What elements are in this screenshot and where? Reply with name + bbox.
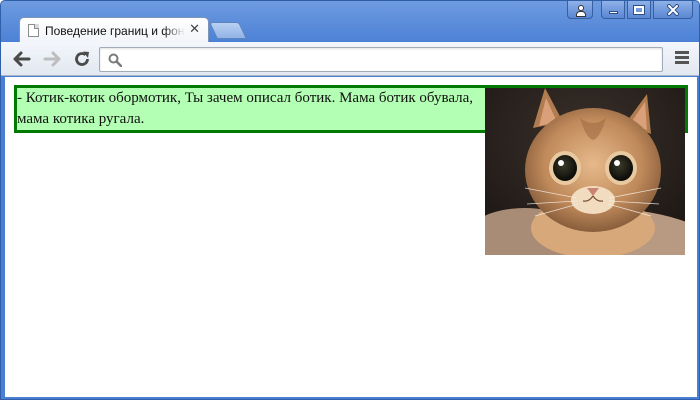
document-icon [28, 24, 39, 37]
back-arrow-icon [13, 51, 31, 67]
maximize-button[interactable] [627, 1, 651, 19]
hamburger-menu-icon [675, 51, 689, 54]
maximize-icon [633, 4, 645, 15]
address-bar[interactable] [99, 47, 663, 72]
tab-close-icon[interactable]: ✕ [189, 22, 200, 37]
window-controls [567, 1, 693, 20]
browser-window: Поведение границ и фона при ✕ [0, 0, 700, 400]
tab-active[interactable]: Поведение границ и фона при ✕ [19, 17, 209, 43]
hamburger-menu-button[interactable] [675, 51, 689, 65]
tab-title: Поведение границ и фона при [45, 23, 185, 38]
poem-paragraph: - Котик-котик обормотик, Ты зачем описал… [17, 90, 474, 127]
new-tab-button[interactable] [209, 22, 247, 39]
menu-line [675, 56, 689, 59]
close-window-button[interactable] [653, 1, 693, 19]
forward-button[interactable] [41, 48, 63, 70]
reload-button[interactable] [71, 48, 93, 70]
close-window-icon [667, 3, 679, 16]
back-button[interactable] [11, 48, 33, 70]
minimize-icon [608, 10, 618, 14]
menu-line [675, 61, 689, 64]
cat-photo [485, 88, 685, 255]
cat-illustration [485, 88, 685, 255]
title-bar: Поведение границ и фона при ✕ [1, 1, 699, 43]
reload-icon [75, 51, 89, 66]
browser-toolbar [1, 42, 699, 76]
user-profile-button[interactable] [567, 1, 593, 19]
user-icon [575, 4, 586, 17]
search-icon [108, 53, 122, 67]
forward-arrow-icon [43, 51, 61, 67]
minimize-button[interactable] [601, 1, 625, 19]
page-viewport: - Котик-котик обормотик, Ты зачем описал… [5, 77, 697, 397]
